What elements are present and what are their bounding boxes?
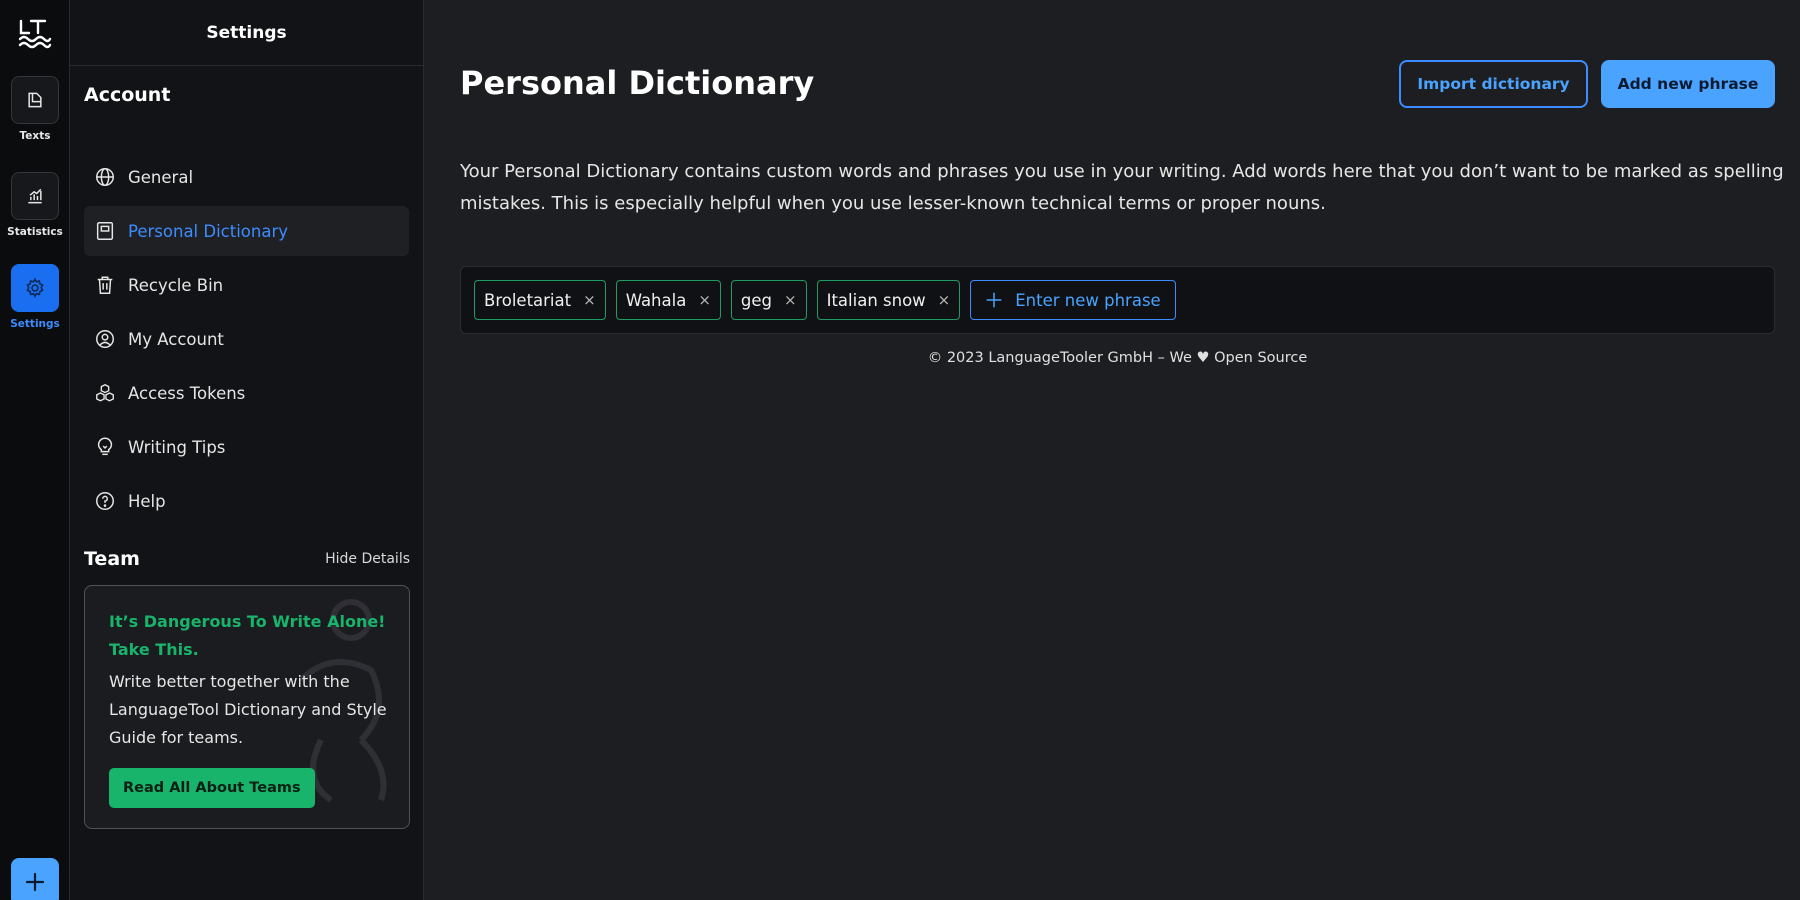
document-icon[interactable]	[11, 76, 59, 124]
main-content: Personal Dictionary Import dictionary Ad…	[424, 0, 1800, 900]
sidebar-item-my-account[interactable]: My Account	[84, 314, 409, 364]
sidebar-item-label: Help	[128, 491, 166, 511]
add-new-phrase-button[interactable]: Add new phrase	[1601, 60, 1775, 108]
read-about-teams-button[interactable]: Read All About Teams	[109, 768, 315, 808]
team-promo-card: It’s Dangerous To Write Alone! Take This…	[84, 585, 410, 829]
rail-label-texts: Texts	[19, 130, 51, 142]
rail-item-texts[interactable]: Texts	[0, 76, 70, 142]
page-title: Personal Dictionary	[460, 64, 815, 102]
plus-icon	[25, 872, 45, 892]
help-icon	[96, 492, 114, 510]
team-promo-heading: It’s Dangerous To Write Alone! Take This…	[109, 612, 386, 659]
app-window: Texts Statistics Settings Settings Accou…	[0, 0, 1800, 900]
phrase-chip: geg ×	[730, 280, 807, 320]
account-section-title: Account	[84, 84, 171, 106]
phrase-text: Broletariat	[484, 290, 572, 310]
remove-phrase-icon[interactable]: ×	[938, 291, 951, 309]
enter-new-phrase-label: Enter new phrase	[1015, 290, 1161, 310]
cubes-icon	[96, 383, 114, 402]
rail-label-settings: Settings	[10, 318, 60, 330]
chart-icon[interactable]	[11, 172, 59, 220]
sidebar-item-writing-tips[interactable]: Writing Tips	[84, 422, 409, 472]
sidebar-title: Settings	[70, 0, 423, 66]
book-icon	[96, 222, 114, 240]
sidebar-item-label: Writing Tips	[128, 437, 226, 457]
rail-label-statistics: Statistics	[7, 226, 63, 238]
sidebar-item-general[interactable]: General	[84, 152, 409, 202]
sidebar-item-personal-dictionary[interactable]: Personal Dictionary	[84, 206, 409, 256]
import-dictionary-button[interactable]: Import dictionary	[1399, 60, 1588, 108]
icon-rail: Texts Statistics Settings	[0, 0, 70, 900]
phrase-list: Broletariat × Wahala × geg × Italian sno…	[460, 266, 1775, 334]
lightbulb-icon	[97, 437, 113, 456]
sidebar-item-label: Access Tokens	[128, 383, 246, 403]
sidebar-item-help[interactable]: Help	[84, 476, 409, 526]
sidebar-item-label: Personal Dictionary	[128, 221, 289, 241]
team-section-title: Team	[84, 548, 140, 570]
globe-icon	[96, 168, 114, 186]
add-text-button[interactable]	[11, 858, 59, 900]
languagetool-logo[interactable]	[17, 18, 53, 50]
phrase-chip: Broletariat ×	[474, 280, 606, 320]
rail-item-statistics[interactable]: Statistics	[0, 172, 70, 238]
sidebar-item-access-tokens[interactable]: Access Tokens	[84, 368, 409, 418]
phrase-text: geg	[740, 290, 773, 310]
phrase-text: Wahala	[625, 290, 687, 310]
phrase-chip: Italian snow ×	[816, 280, 961, 320]
user-circle-icon	[96, 330, 114, 348]
trash-icon	[97, 276, 113, 294]
settings-sidebar: Settings Account General Personal Dictio…	[70, 0, 424, 900]
dictionary-description: Your Personal Dictionary contains custom…	[460, 161, 1784, 214]
sidebar-item-label: General	[128, 167, 194, 187]
plus-icon	[986, 292, 1002, 308]
team-promo-body: Write better together with the LanguageT…	[109, 672, 387, 747]
phrase-text: Italian snow	[826, 290, 926, 310]
settings-nav: General Personal Dictionary Recycle Bin …	[84, 152, 409, 530]
sidebar-item-label: Recycle Bin	[128, 275, 224, 295]
team-section-header: Team Hide Details	[84, 548, 410, 570]
sidebar-item-label: My Account	[128, 329, 224, 349]
footer-copyright: © 2023 LanguageTooler GmbH – We ♥ Open S…	[927, 350, 1308, 366]
hide-details-link[interactable]: Hide Details	[325, 551, 410, 567]
phrase-chip: Wahala ×	[615, 280, 721, 320]
rail-item-settings[interactable]: Settings	[0, 264, 70, 330]
sidebar-item-recycle-bin[interactable]: Recycle Bin	[84, 260, 409, 310]
enter-new-phrase-button[interactable]: Enter new phrase	[970, 280, 1176, 320]
remove-phrase-icon[interactable]: ×	[583, 291, 596, 309]
gear-icon[interactable]	[11, 264, 59, 312]
remove-phrase-icon[interactable]: ×	[698, 291, 711, 309]
remove-phrase-icon[interactable]: ×	[784, 291, 797, 309]
